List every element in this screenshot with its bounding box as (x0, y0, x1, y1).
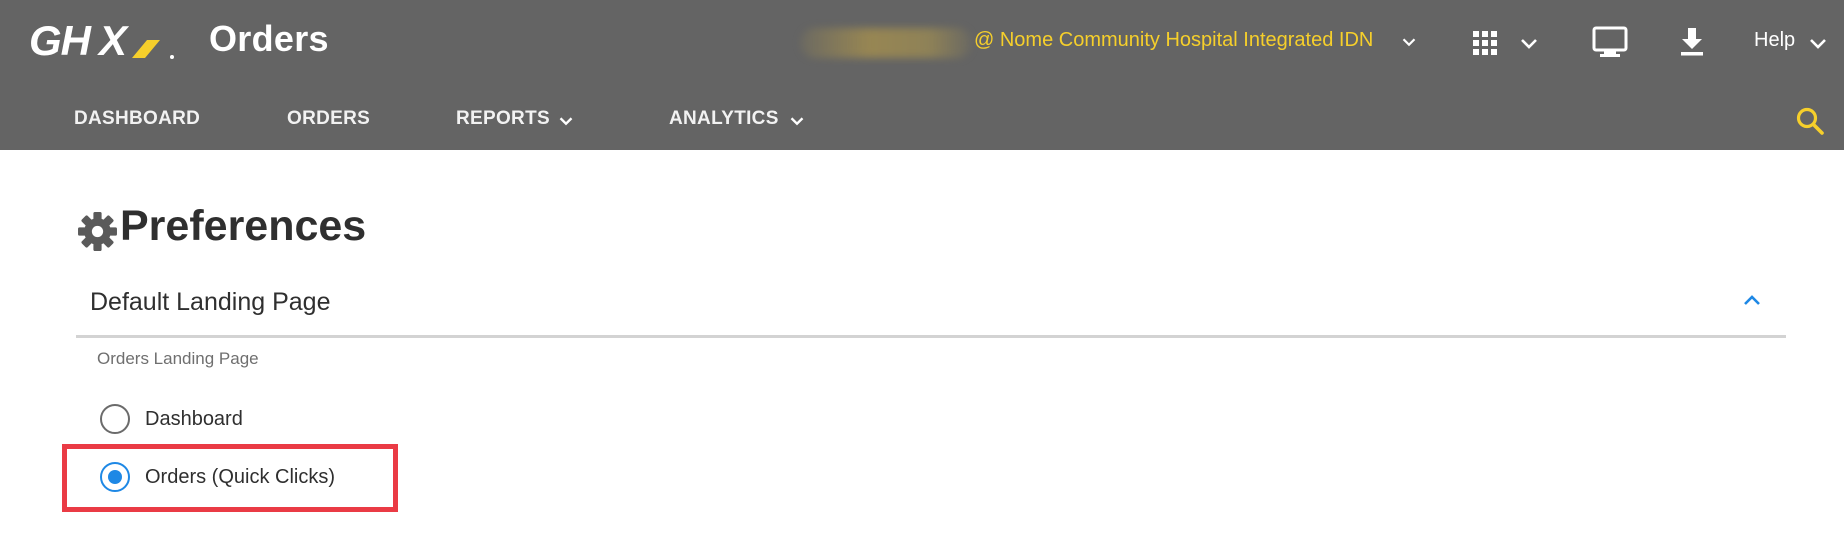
nav-reports[interactable]: REPORTS (456, 108, 550, 130)
gear-icon (78, 212, 117, 251)
chevron-down-icon[interactable] (555, 110, 577, 132)
nav-dashboard[interactable]: DASHBOARD (74, 108, 200, 130)
download-icon[interactable] (1677, 26, 1707, 58)
help-menu[interactable]: Help (1754, 29, 1795, 52)
radio-label[interactable]: Dashboard (145, 408, 243, 431)
nav-orders[interactable]: ORDERS (287, 108, 370, 130)
organization-selector[interactable]: @ Nome Community Hospital Integrated IDN (974, 29, 1373, 52)
chevron-down-icon[interactable] (1517, 31, 1541, 55)
chevron-down-icon[interactable] (1806, 31, 1830, 55)
svg-text:GH: GH (29, 20, 93, 62)
section-title: Default Landing Page (90, 288, 331, 316)
radio-button[interactable] (100, 404, 130, 434)
search-icon[interactable] (1795, 106, 1825, 136)
apps-grid-icon[interactable] (1472, 30, 1498, 56)
redacted-user-name (800, 28, 972, 58)
nav-analytics[interactable]: ANALYTICS (669, 108, 779, 130)
chevron-up-icon[interactable] (1739, 288, 1765, 314)
chevron-down-icon[interactable] (786, 110, 808, 132)
ghx-logo[interactable]: GH X (29, 20, 179, 62)
highlight-annotation (62, 444, 398, 512)
chevron-down-icon[interactable] (1398, 31, 1420, 53)
svg-text:X: X (97, 20, 130, 62)
monitor-icon[interactable] (1592, 26, 1628, 58)
app-title: Orders (209, 18, 329, 59)
top-header: GH X Orders @ Nome Community Hospital In… (0, 0, 1844, 150)
page-title: Preferences (120, 202, 367, 250)
section-header[interactable]: Default Landing Page (76, 280, 1786, 338)
field-label: Orders Landing Page (97, 349, 259, 368)
